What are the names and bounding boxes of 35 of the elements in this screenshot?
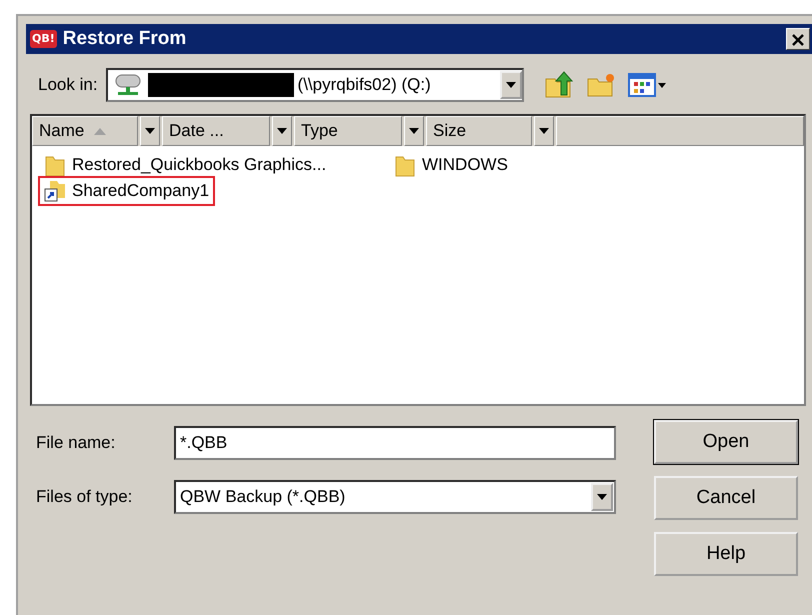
view-menu-icon[interactable] (628, 72, 668, 98)
window-title: Restore From (62, 26, 186, 51)
column-header[interactable]: Size (426, 116, 532, 146)
file-item[interactable]: SharedCompany1 (40, 178, 214, 204)
column-header[interactable]: Date ... (162, 116, 270, 146)
column-header[interactable]: Type (294, 116, 402, 146)
app-logo-icon: QB! (30, 30, 57, 48)
column-menu-button[interactable] (140, 116, 160, 146)
caret-icon (409, 128, 419, 134)
caret-icon (506, 82, 516, 88)
column-header[interactable]: Name (32, 116, 138, 146)
caret-icon (277, 128, 287, 134)
column-menu-button[interactable] (534, 116, 554, 146)
shortcut-icon (44, 179, 66, 203)
files-of-type-label: Files of type: (36, 486, 134, 508)
caret-icon (145, 128, 155, 134)
file-item[interactable]: Restored_Quickbooks Graphics... (40, 152, 330, 178)
file-name-field[interactable]: *.QBB (174, 426, 616, 460)
look-in-dropdown[interactable]: (\\pyrqbifs02) (Q:) (106, 68, 524, 102)
file-item[interactable]: WINDOWS (390, 152, 512, 178)
dropdown-button[interactable] (500, 71, 522, 99)
close-icon (792, 34, 804, 46)
caret-icon (539, 128, 549, 134)
folder-up-icon[interactable] (544, 71, 574, 99)
caret-icon (597, 494, 607, 500)
dropdown-button[interactable] (591, 483, 613, 511)
look-in-label: Look in: (38, 74, 98, 96)
dialog-button[interactable]: Open (654, 420, 798, 464)
dialog-button[interactable]: Cancel (654, 476, 798, 520)
file-name-label: File name: (36, 432, 116, 454)
dialog-button[interactable]: Help (654, 532, 798, 576)
close-button[interactable] (786, 28, 810, 50)
column-menu-button[interactable] (272, 116, 292, 146)
column-menu-button[interactable] (404, 116, 424, 146)
file-type-dropdown[interactable]: QBW Backup (*.QBB) (174, 480, 616, 514)
